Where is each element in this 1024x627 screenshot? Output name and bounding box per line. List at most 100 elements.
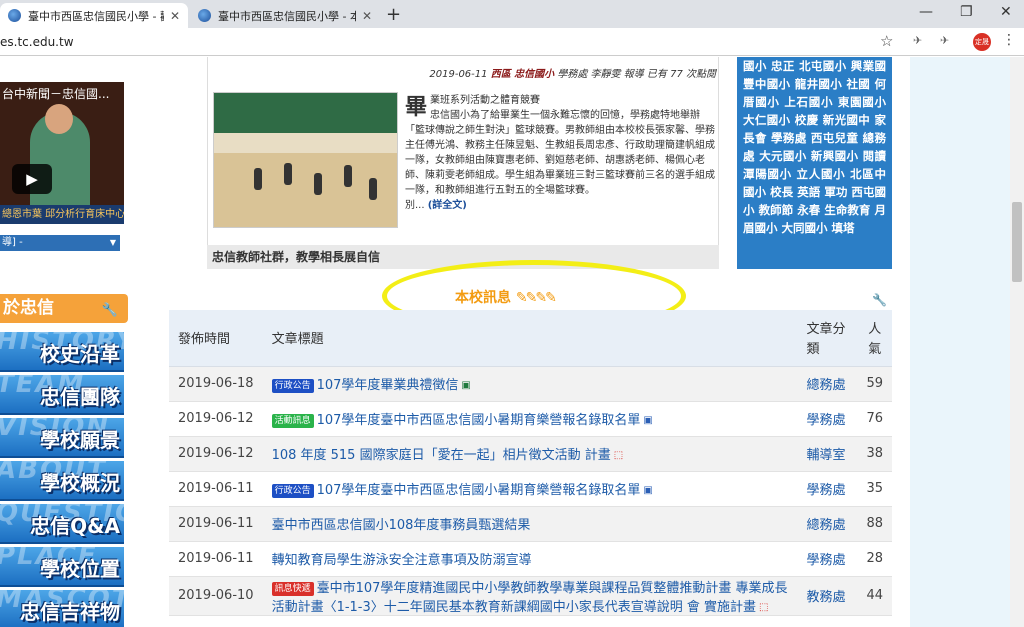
menu-icon[interactable]: ⋮ [1002, 32, 1016, 48]
table-row: 2019-06-11 行政公告 107學年度臺中市西區忠信國小暑期育樂營報名錄取名單… [169, 471, 892, 507]
restore-icon[interactable]: ❐ [960, 4, 973, 20]
nav-mascot-button[interactable]: MASCOT 忠信吉祥物 [0, 590, 124, 627]
article-link[interactable]: 107學年度畢業典禮徵信 [317, 378, 459, 393]
nav-location-button[interactable]: PLACE 學校位置 [0, 547, 124, 587]
row-category[interactable]: 總務處 [797, 506, 858, 542]
scrollbar-thumb[interactable] [1012, 202, 1022, 282]
read-more-link[interactable]: (詳全文) [428, 200, 467, 211]
video-player[interactable]: 台中新聞－忠信國... ▶ 總恩市葉 邱分析行育床中心 [0, 82, 124, 224]
row-category[interactable]: 輔導室 [797, 436, 858, 472]
row-date: 2019-06-12 [169, 436, 263, 472]
doc-file-icon[interactable]: ▣ [643, 415, 652, 426]
news-body: 畢 業班系列活動之體育競賽 忠信國小為了給畢業生一個永難忘懷的回憶，學務處特地舉… [405, 93, 715, 213]
photo-figure [314, 173, 322, 195]
section-header: 於忠信 🔧 [0, 294, 128, 323]
browser-tab-active[interactable]: 臺中市西區忠信國民小學 - 歡迎光 ✕ [0, 3, 188, 28]
category-badge[interactable]: 訊息快遞 [271, 581, 314, 596]
table-row: 2019-06-12 活動訊息 107學年度臺中市西區忠信國小暑期育樂營報名錄取名單… [169, 401, 892, 437]
row-category[interactable]: 學務處 [797, 401, 858, 437]
wrench-icon[interactable]: 🔧 [872, 293, 887, 307]
news-meta-rest: 學務處 李靜雯 報導 已有 77 次點閱 [557, 69, 716, 80]
category-select[interactable]: 導] - ▼ [0, 235, 120, 251]
nav-label: 忠信團隊 [40, 385, 120, 409]
nav-label: 忠信吉祥物 [20, 600, 120, 624]
nav-label: 學校位置 [40, 557, 120, 581]
video-title: 台中新聞－忠信國... [2, 87, 110, 101]
tab-title: 臺中市西區忠信國民小學 - 本站資 [218, 9, 356, 23]
col-category[interactable]: 文章分類 [797, 310, 858, 367]
col-title[interactable]: 文章標題 [262, 310, 798, 367]
row-popularity: 44 [857, 576, 892, 616]
extension-icon[interactable]: ✈ [913, 34, 922, 47]
row-popularity: 76 [857, 401, 892, 437]
video-thumbnail-face [45, 104, 73, 134]
nav-history-button[interactable]: HISTORY 校史沿革 [0, 332, 124, 372]
row-popularity: 59 [857, 366, 892, 402]
browser-tab[interactable]: 臺中市西區忠信國民小學 - 本站資 ✕ [190, 3, 380, 28]
bookmark-star-icon[interactable]: ☆ [880, 32, 893, 50]
xls-file-icon[interactable]: ▣ [461, 380, 470, 391]
tag-cloud[interactable]: 國小 忠正 北屯國小 興業國 豐中國小 龍井國小 社國 何厝國小 上石國小 東園… [737, 57, 892, 269]
news-table: 發佈時間 文章標題 文章分類 人氣 2019-06-18 行政公告 107學年度畢業… [169, 310, 892, 616]
browser-chrome: 臺中市西區忠信國民小學 - 歡迎光 ✕ 臺中市西區忠信國民小學 - 本站資 ✕ … [0, 0, 1024, 56]
row-category[interactable]: 學務處 [797, 471, 858, 507]
wrench-icon: 🔧 [101, 303, 118, 318]
nav-team-button[interactable]: TEAM 忠信團隊 [0, 375, 124, 415]
play-icon[interactable]: ▶ [12, 164, 52, 194]
row-date: 2019-06-11 [169, 506, 263, 542]
globe-icon [198, 9, 211, 22]
article-link[interactable]: 臺中市西區忠信國小108年度事務員甄選結果 [272, 518, 531, 533]
nav-qa-button[interactable]: QUESTION 忠信Q&A [0, 504, 124, 544]
article-link[interactable]: 107學年度臺中市西區忠信國小暑期育樂營報名錄取名單 [317, 413, 641, 428]
row-category[interactable]: 學務處 [797, 541, 858, 577]
pencil-icon: ✎✎✎✎ [515, 290, 557, 306]
section-title-label: 本校訊息 [455, 290, 511, 306]
photo-figure [254, 168, 262, 190]
article-link[interactable]: 108 年度 515 國際家庭日「愛在一起」相片徵文活動 計畫 [272, 448, 611, 463]
col-date[interactable]: 發佈時間 [169, 310, 263, 367]
close-icon[interactable]: ✕ [362, 9, 372, 23]
row-title: 轉知教育局學生游泳安全注意事項及防溺宣導 [262, 541, 798, 577]
avatar[interactable]: 定晟 [973, 33, 991, 51]
row-date: 2019-06-10 [169, 576, 263, 616]
scrollbar[interactable] [1010, 57, 1024, 627]
article-link[interactable]: 臺中市107學年度精進國民中小學教師教學專業與課程品質整體推動計畫 專業成長活動… [272, 581, 788, 615]
row-title: 活動訊息 107學年度臺中市西區忠信國小暑期育樂營報名錄取名單 ▣ [262, 401, 798, 437]
nav-label: 忠信Q&A [30, 514, 120, 538]
url-field[interactable]: es.tc.edu.tw [0, 35, 74, 49]
news-date: 2019-06-11 [429, 69, 488, 80]
category-badge[interactable]: 活動訊息 [271, 414, 314, 428]
pdf-file-icon[interactable]: ⬚ [759, 602, 768, 613]
extension-icon[interactable]: ✈ [940, 34, 949, 47]
table-row: 2019-06-10 訊息快遞 臺中市107學年度精進國民中小學教師教學專業與課程品… [169, 576, 892, 616]
close-icon[interactable]: ✕ [170, 9, 180, 23]
category-badge[interactable]: 行政公告 [271, 379, 314, 393]
row-category[interactable]: 總務處 [797, 366, 858, 402]
new-tab-button[interactable]: + [386, 4, 401, 25]
doc-file-icon[interactable]: ▣ [643, 485, 652, 496]
row-category[interactable]: 教務處 [797, 576, 858, 616]
news-card: 2019-06-11 西區 忠信國小 學務處 李靜雯 報導 已有 77 次點閱 … [207, 57, 719, 269]
article-link[interactable]: 轉知教育局學生游泳安全注意事項及防溺宣導 [272, 553, 532, 568]
photo-wall [214, 93, 397, 133]
row-title: 108 年度 515 國際家庭日「愛在一起」相片徵文活動 計畫 ⬚ [262, 436, 798, 472]
minimize-icon[interactable]: — [919, 4, 933, 20]
nav-about-button[interactable]: ABOUT 學校概況 [0, 461, 124, 501]
photo-figure [284, 163, 292, 185]
row-date: 2019-06-12 [169, 401, 263, 437]
row-title: 行政公告 107學年度畢業典禮徵信 ▣ [262, 366, 798, 402]
row-popularity: 38 [857, 436, 892, 472]
category-badge[interactable]: 行政公告 [271, 484, 314, 498]
select-value: 導] - [2, 237, 23, 248]
globe-icon [8, 9, 21, 22]
col-popularity[interactable]: 人氣 [857, 310, 892, 367]
row-popularity: 35 [857, 471, 892, 507]
pdf-file-icon[interactable]: ⬚ [614, 450, 623, 461]
article-link[interactable]: 107學年度臺中市西區忠信國小暑期育樂營報名錄取名單 [317, 483, 641, 498]
row-popularity: 88 [857, 506, 892, 542]
news-org[interactable]: 西區 忠信國小 [491, 69, 554, 80]
news-photo[interactable] [213, 92, 398, 228]
nav-vision-button[interactable]: VISION 學校願景 [0, 418, 124, 458]
window-close-icon[interactable]: ✕ [1000, 4, 1012, 20]
video-caption: 總恩市葉 邱分析行育床中心 [0, 205, 124, 224]
